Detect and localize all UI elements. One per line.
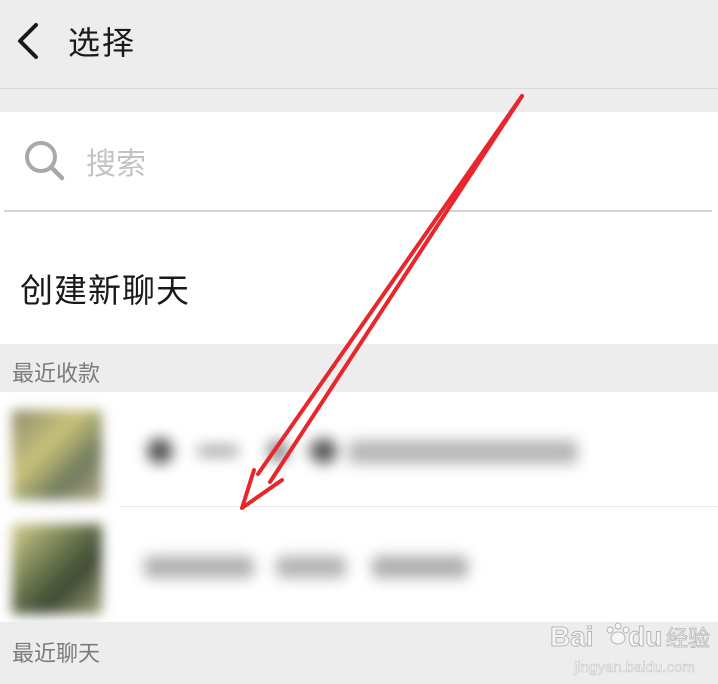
svg-text:du: du [628, 621, 662, 652]
row-divider [120, 506, 718, 507]
search-input[interactable] [84, 138, 688, 190]
search-icon [25, 141, 65, 181]
back-button[interactable] [6, 16, 50, 66]
blurred-contact-name [144, 556, 468, 578]
svg-text:经验: 经验 [666, 627, 710, 652]
page-title: 选择 [68, 24, 137, 62]
list-item[interactable] [0, 510, 718, 622]
create-new-chat-label: 创建新聊天 [20, 271, 190, 310]
top-bar: 选择 [0, 0, 718, 89]
blurred-contact-name [147, 438, 578, 464]
avatar [12, 524, 102, 614]
svg-text:Bai: Bai [550, 621, 594, 652]
chevron-left-icon [18, 23, 38, 59]
baidu-jingyan-watermark: Bai du 经验 jingyan.baidu.com [550, 621, 711, 677]
list-item[interactable] [0, 398, 718, 510]
section-header-recent-payments: 最近收款 [0, 344, 718, 392]
recent-payments-list [0, 392, 718, 622]
svg-text:jingyan.baidu.com: jingyan.baidu.com [573, 659, 695, 676]
section-label: 最近聊天 [12, 642, 101, 667]
avatar [12, 410, 102, 500]
section-label: 最近收款 [12, 362, 101, 387]
